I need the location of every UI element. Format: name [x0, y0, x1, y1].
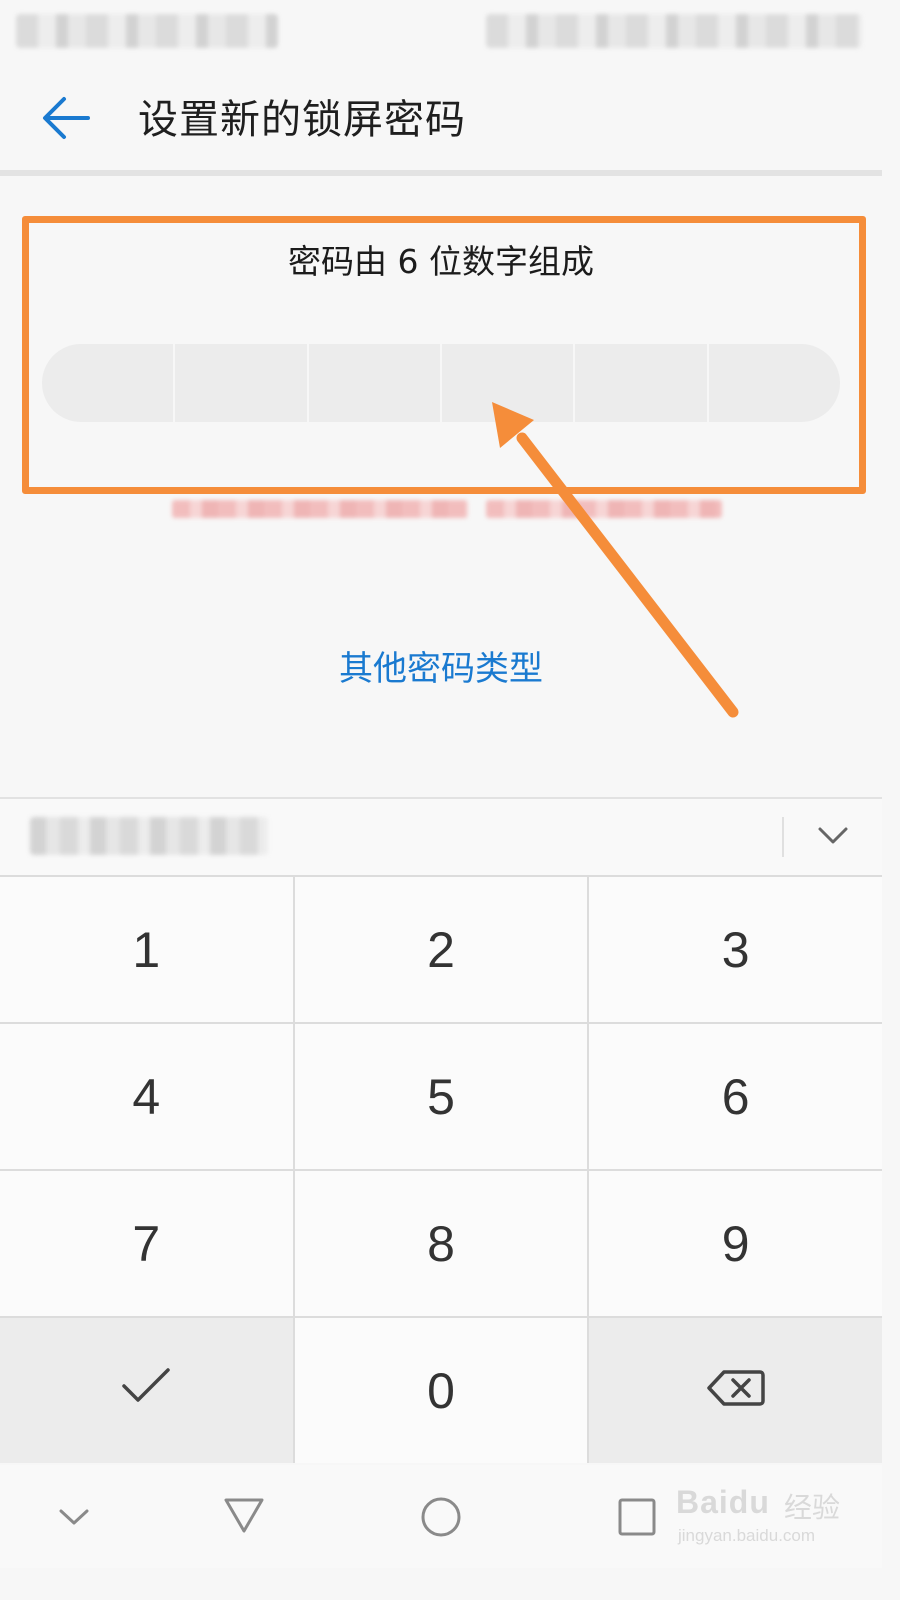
annotation-highlight-box	[22, 216, 866, 494]
backspace-icon	[706, 1362, 766, 1420]
chevron-down-icon[interactable]	[48, 1491, 100, 1543]
baidu-watermark: Baidu 经验 jingyan.baidu.com	[676, 1478, 846, 1552]
blurred-warning-text-1	[172, 500, 468, 518]
status-bar-left-blurred	[16, 14, 278, 48]
key-4[interactable]: 4	[0, 1024, 293, 1169]
numeric-keypad: 123 456 7890	[0, 875, 882, 1463]
key-0[interactable]: 0	[294, 1318, 588, 1463]
collapse-keyboard-icon[interactable]	[808, 813, 858, 859]
checkmark-icon	[118, 1362, 174, 1420]
toolbar-separator	[782, 817, 784, 857]
page-title: 设置新的锁屏密码	[138, 97, 466, 143]
key-8[interactable]: 8	[294, 1171, 588, 1316]
blurred-warning-text-2	[486, 500, 722, 518]
back-triangle-icon[interactable]	[218, 1491, 270, 1543]
app-header: 设置新的锁屏密码	[0, 60, 882, 172]
status-bar-right-blurred	[486, 14, 862, 48]
backspace-key[interactable]	[589, 1318, 882, 1463]
recents-square-icon[interactable]	[611, 1491, 663, 1543]
other-password-types-link[interactable]: 其他密码类型	[0, 646, 882, 692]
key-1[interactable]: 1	[0, 877, 293, 1022]
confirm-key[interactable]	[0, 1318, 293, 1463]
key-3[interactable]: 3	[589, 877, 882, 1022]
key-9[interactable]: 9	[589, 1171, 882, 1316]
key-2[interactable]: 2	[294, 877, 588, 1022]
key-5[interactable]: 5	[294, 1024, 588, 1169]
key-6[interactable]: 6	[589, 1024, 882, 1169]
watermark-brand-suffix: 经验	[784, 1491, 841, 1524]
keyboard-toolbar	[0, 799, 882, 875]
keyboard-toolbar-blurred-label	[30, 817, 268, 855]
back-arrow-icon[interactable]	[34, 92, 100, 144]
watermark-url: jingyan.baidu.com	[678, 1526, 816, 1545]
header-divider	[0, 170, 882, 176]
key-7[interactable]: 7	[0, 1171, 293, 1316]
watermark-brand: Baidu	[676, 1484, 770, 1520]
home-circle-icon[interactable]	[415, 1491, 467, 1543]
